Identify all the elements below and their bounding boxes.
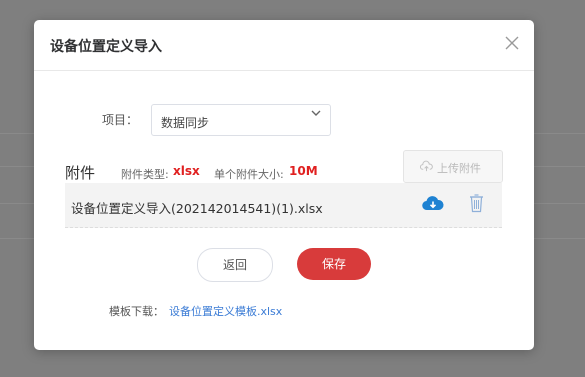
attachments-title: 附件 — [65, 164, 96, 182]
attachment-type-label: 附件类型: — [121, 168, 169, 181]
template-download-label: 模板下载： — [109, 305, 164, 318]
save-button[interactable]: 保存 — [297, 248, 371, 280]
project-label: 项目： — [102, 113, 139, 127]
template-download-link[interactable]: 设备位置定义模板.xlsx — [169, 303, 282, 319]
dialog-header: 设备位置定义导入 — [34, 20, 534, 71]
attachment-size-label: 单个附件大小: — [214, 168, 284, 181]
back-button[interactable]: 返回 — [197, 248, 273, 282]
project-select-value: 数据同步 — [161, 116, 210, 130]
dialog-title: 设备位置定义导入 — [50, 39, 162, 55]
trash-icon[interactable] — [469, 193, 484, 213]
upload-attachment-button[interactable]: 上传附件 — [403, 150, 503, 183]
cloud-download-icon[interactable] — [422, 195, 444, 213]
close-icon[interactable] — [504, 35, 520, 51]
cloud-upload-icon — [420, 160, 433, 172]
upload-attachment-label: 上传附件 — [437, 162, 481, 175]
attachment-file-name: 设备位置定义导入(202142014541)(1).xlsx — [71, 201, 323, 216]
project-select[interactable]: 数据同步 — [151, 104, 331, 136]
attachment-type-value: xlsx — [173, 164, 200, 178]
import-dialog: 设备位置定义导入 项目： 数据同步 附件 附件类型: xlsx 单个附件大小: … — [34, 20, 534, 350]
attachment-file-row: 设备位置定义导入(202142014541)(1).xlsx — [65, 183, 502, 228]
attachment-size-value: 10M — [289, 164, 318, 178]
chevron-down-icon — [311, 110, 321, 116]
